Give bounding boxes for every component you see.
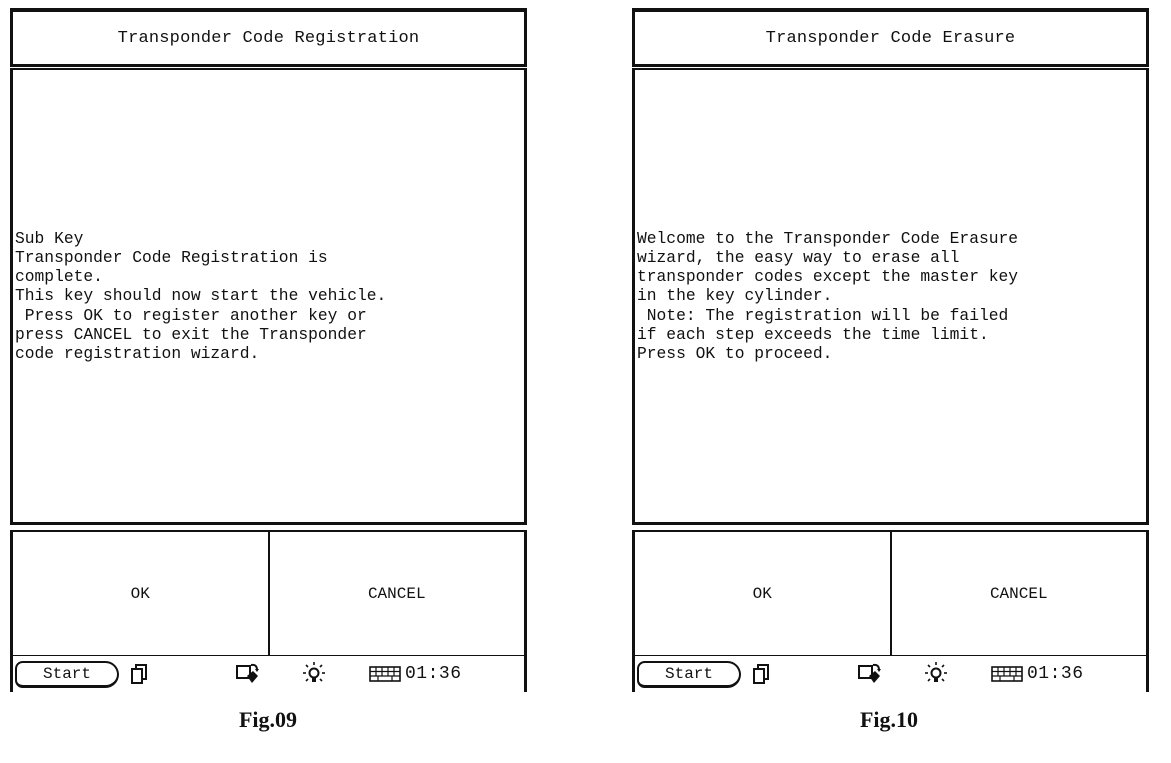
button-row: OK CANCEL bbox=[632, 530, 1149, 658]
button-row: OK CANCEL bbox=[10, 530, 527, 658]
windows-switch-icon[interactable] bbox=[751, 663, 771, 685]
window-title: Transponder Code Erasure bbox=[632, 8, 1149, 67]
brightness-icon[interactable] bbox=[301, 662, 327, 686]
connectivity-icon[interactable] bbox=[235, 662, 261, 686]
message-panel: Sub Key Transponder Code Registration is… bbox=[10, 68, 527, 525]
message-panel: Welcome to the Transponder Code Erasure … bbox=[632, 68, 1149, 525]
message-text: Welcome to the Transponder Code Erasure … bbox=[637, 228, 1019, 363]
brightness-icon[interactable] bbox=[923, 662, 949, 686]
device-screen-fig10: Transponder Code Erasure Welcome to the … bbox=[632, 8, 1149, 692]
taskbar: Start 01:36 bbox=[632, 656, 1149, 692]
message-text: Sub Key Transponder Code Registration is… bbox=[15, 228, 387, 363]
figure-caption: Fig.10 bbox=[859, 707, 919, 732]
taskbar: Start 01:36 bbox=[10, 656, 527, 692]
clock: 01:36 bbox=[405, 664, 462, 684]
start-button[interactable]: Start bbox=[15, 660, 119, 688]
ok-button[interactable]: OK bbox=[635, 532, 892, 655]
keyboard-icon[interactable] bbox=[991, 666, 1023, 682]
connectivity-icon[interactable] bbox=[857, 662, 883, 686]
figure-caption: Fig.09 bbox=[238, 707, 298, 732]
keyboard-icon[interactable] bbox=[369, 666, 401, 682]
cancel-button[interactable]: CANCEL bbox=[269, 532, 524, 655]
start-button[interactable]: Start bbox=[637, 660, 741, 688]
ok-button[interactable]: OK bbox=[13, 532, 270, 655]
clock: 01:36 bbox=[1027, 664, 1084, 684]
window-title: Transponder Code Registration bbox=[10, 8, 527, 67]
cancel-button[interactable]: CANCEL bbox=[891, 532, 1146, 655]
windows-switch-icon[interactable] bbox=[129, 663, 149, 685]
device-screen-fig09: Transponder Code Registration Sub Key Tr… bbox=[10, 8, 527, 692]
